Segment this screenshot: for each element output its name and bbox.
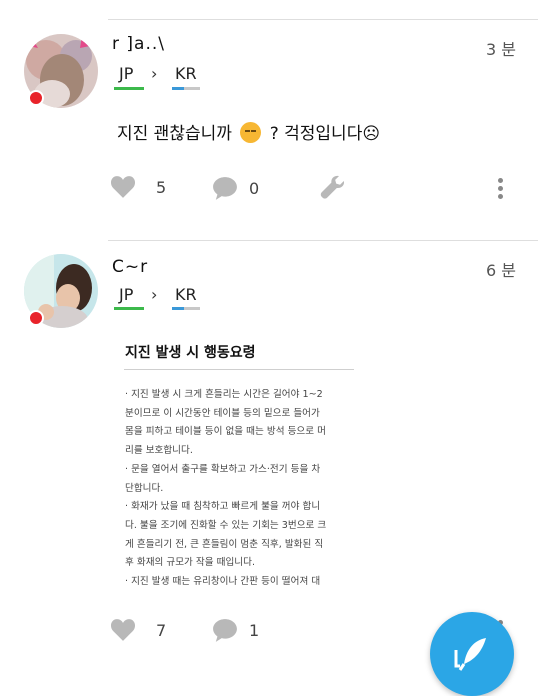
comment-count: 0 bbox=[249, 178, 260, 198]
username[interactable]: r ]a..\ bbox=[112, 34, 165, 54]
image-line: 리를 보호합니다. bbox=[125, 445, 193, 457]
heart-icon bbox=[110, 619, 136, 641]
image-line: 다. 불을 조기에 진화할 수 있는 기회는 3번으로 크 bbox=[125, 519, 327, 531]
image-line: · 문을 열어서 출구를 확보하고 가스·전기 등을 차 bbox=[125, 463, 321, 475]
compose-button[interactable] bbox=[430, 612, 514, 696]
post-image[interactable]: 지진 발생 시 행동요령 · 지진 발생 시 크게 흔들리는 시간은 길어야 1… bbox=[112, 328, 360, 590]
language-from: JP bbox=[119, 64, 134, 83]
image-divider bbox=[124, 369, 354, 370]
like-button[interactable]: 5 bbox=[110, 175, 166, 199]
post-time: 6 분 bbox=[486, 261, 516, 280]
image-title: 지진 발생 시 행동요령 bbox=[125, 345, 256, 361]
post-text-part: 지진 괜찮습니까 bbox=[117, 124, 232, 144]
image-line: 몸을 피하고 테이블 등이 없을 때는 방석 등으로 머 bbox=[125, 426, 326, 438]
feather-pen-icon bbox=[454, 638, 486, 671]
language-from-level bbox=[114, 307, 144, 310]
correct-button[interactable] bbox=[320, 175, 346, 201]
divider-top bbox=[108, 19, 538, 20]
comment-button[interactable]: 0 bbox=[212, 175, 259, 201]
online-status-dot bbox=[28, 90, 44, 106]
language-from-level bbox=[114, 87, 144, 90]
image-line: 분이므로 이 시간동안 테이블 등의 밑으로 들어가 bbox=[125, 407, 320, 419]
like-count: 5 bbox=[156, 177, 167, 197]
wrench-icon bbox=[320, 175, 345, 199]
image-line: 후 화재의 규모가 작을 때입니다. bbox=[125, 557, 255, 569]
language-to-level bbox=[172, 87, 200, 90]
chevron-right-icon: › bbox=[151, 285, 158, 304]
post-text-part: ? 걱정입니다☹ bbox=[269, 124, 381, 144]
online-status-dot bbox=[28, 310, 44, 326]
image-body: · 지진 발생 시 크게 흔들리는 시간은 길어야 1~2 분이므로 이 시간동… bbox=[125, 386, 357, 592]
comment-icon bbox=[213, 177, 237, 200]
language-to-level bbox=[172, 307, 200, 310]
sad-face-icon bbox=[240, 122, 262, 143]
post-time: 3 분 bbox=[486, 40, 516, 59]
comment-button[interactable]: 1 bbox=[212, 617, 259, 643]
comment-count: 1 bbox=[249, 620, 260, 640]
image-line: · 화재가 났을 때 침착하고 빠르게 불을 꺼야 합니 bbox=[125, 501, 321, 513]
language-to: KR bbox=[175, 64, 197, 83]
image-line: 게 흔들리기 전, 큰 흔들림이 멈춘 직후, 발화된 직 bbox=[125, 538, 324, 550]
heart-icon bbox=[110, 176, 136, 198]
divider bbox=[108, 240, 538, 241]
more-vertical-icon[interactable] bbox=[498, 178, 503, 202]
image-line: · 지진 발생 때는 유리창이나 간판 등이 떨어져 대 bbox=[125, 576, 321, 588]
image-line: 단합니다. bbox=[125, 482, 164, 494]
post-text: 지진 괜찮습니까 ? 걱정입니다☹ bbox=[117, 119, 380, 144]
language-to: KR bbox=[175, 285, 197, 304]
chevron-right-icon: › bbox=[151, 64, 158, 83]
image-line: · 지진 발생 시 크게 흔들리는 시간은 길어야 1~2 bbox=[125, 389, 323, 400]
like-button[interactable]: 7 bbox=[110, 618, 166, 642]
like-count: 7 bbox=[156, 620, 167, 640]
comment-icon bbox=[213, 619, 237, 642]
language-from: JP bbox=[119, 285, 134, 304]
username[interactable]: C~r bbox=[112, 257, 148, 277]
